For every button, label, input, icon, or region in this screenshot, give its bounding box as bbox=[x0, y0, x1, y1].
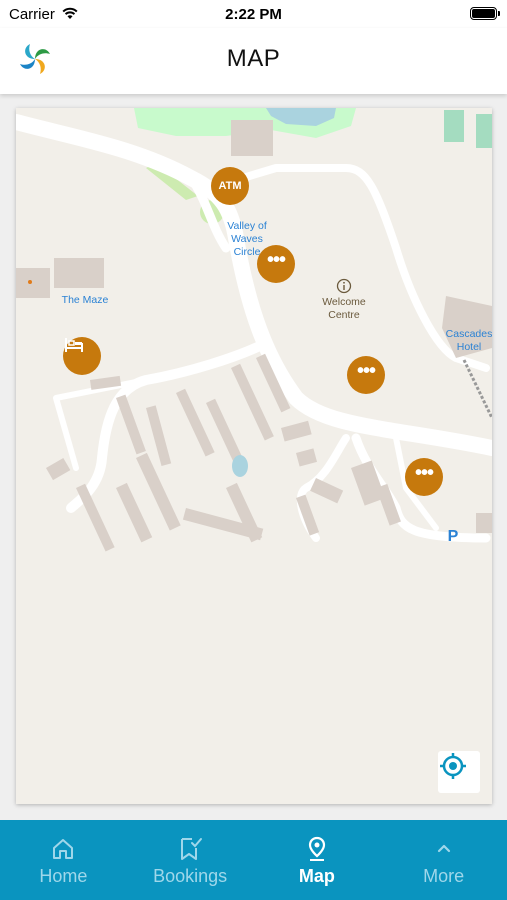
map-view[interactable]: Valley of Waves Circle The Maze Welcome … bbox=[16, 108, 492, 804]
hotel-marker[interactable] bbox=[63, 337, 101, 375]
bottom-tab-bar: Home Bookings Map More bbox=[0, 820, 507, 900]
more-marker-label: ••• bbox=[414, 462, 434, 484]
map-label-welcome-centre: Welcome Centre bbox=[322, 296, 366, 321]
map-label-the-maze: The Maze bbox=[61, 294, 109, 306]
more-marker-label: ••• bbox=[356, 360, 376, 382]
info-icon bbox=[336, 278, 352, 294]
atm-marker[interactable]: ATM bbox=[211, 167, 249, 205]
more-marker-label: ••• bbox=[266, 249, 286, 271]
locate-me-button[interactable] bbox=[438, 751, 480, 793]
tab-map-label: Map bbox=[298, 866, 335, 886]
page-title: MAP bbox=[226, 45, 281, 72]
map-label-cascades-hotel: Cascades Hotel bbox=[445, 328, 492, 353]
parking-label: P bbox=[447, 528, 459, 545]
tab-more-label: More bbox=[423, 866, 465, 886]
bed-icon bbox=[65, 338, 83, 352]
clock: 2:22 PM bbox=[225, 6, 282, 23]
status-bar: Carrier 2:22 PM bbox=[0, 0, 507, 28]
map-pin-icon bbox=[308, 836, 325, 861]
tab-bookings-label: Bookings bbox=[153, 866, 228, 886]
battery-icon bbox=[470, 7, 500, 20]
more-marker[interactable]: ••• bbox=[347, 356, 385, 394]
atm-marker-label: ATM bbox=[218, 180, 242, 192]
app-header: MAP bbox=[0, 28, 507, 94]
home-icon bbox=[53, 839, 74, 859]
tab-more[interactable]: More bbox=[380, 820, 507, 900]
more-marker[interactable]: ••• bbox=[257, 245, 295, 283]
tab-bookings[interactable]: Bookings bbox=[127, 820, 254, 900]
tab-map[interactable]: Map bbox=[254, 820, 381, 900]
tab-home-label: Home bbox=[39, 866, 88, 886]
map-tiles bbox=[16, 108, 492, 552]
tab-home[interactable]: Home bbox=[0, 820, 127, 900]
chevron-up-icon bbox=[437, 844, 450, 853]
more-marker[interactable]: ••• bbox=[405, 458, 443, 496]
crosshair-icon bbox=[440, 753, 466, 779]
bookmark-check-icon bbox=[181, 838, 203, 860]
